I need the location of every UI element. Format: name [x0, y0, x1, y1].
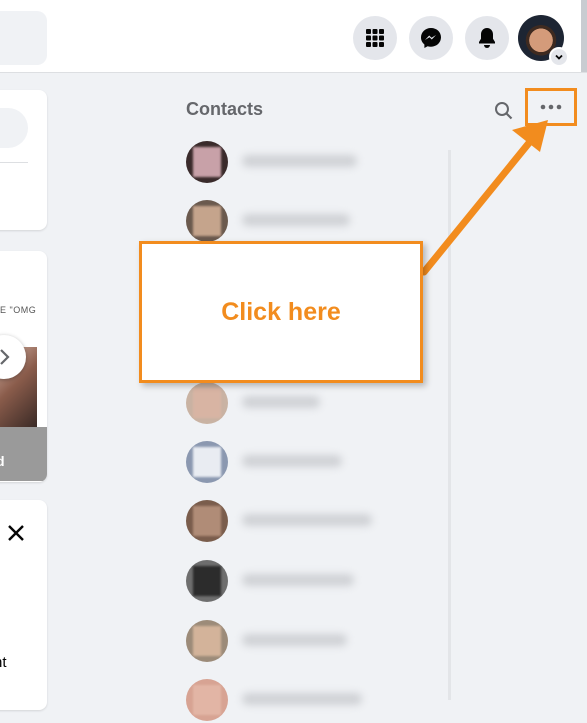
search-bar-stub[interactable] — [0, 11, 47, 65]
contact-avatar — [186, 382, 228, 424]
chevron-down-icon — [555, 54, 563, 60]
contact-name-blurred — [242, 455, 342, 467]
contact-item[interactable] — [186, 200, 446, 244]
messenger-button[interactable] — [409, 16, 453, 60]
left-card-bottom: nt — [0, 500, 47, 710]
contact-avatar — [186, 560, 228, 602]
contact-name-blurred — [242, 214, 350, 226]
contact-item[interactable] — [186, 500, 446, 544]
contact-item[interactable] — [186, 560, 446, 604]
account-menu-badge[interactable] — [549, 47, 569, 67]
story-text-fragment: E "OMG — [0, 305, 37, 315]
notifications-button[interactable] — [465, 16, 509, 60]
story-caption-text: d — [0, 453, 5, 469]
contact-name-blurred — [242, 396, 320, 408]
scrollbar[interactable] — [581, 0, 587, 72]
top-navigation-bar — [0, 0, 587, 73]
contact-item[interactable] — [186, 141, 446, 185]
contact-name-blurred — [242, 574, 354, 586]
card-text-fragment: nt — [0, 654, 7, 671]
chevron-right-icon — [0, 349, 10, 365]
left-card-top — [0, 90, 47, 230]
contact-item[interactable] — [186, 679, 446, 723]
contacts-list-edge — [448, 150, 451, 700]
notifications-bell-icon — [479, 28, 495, 48]
contact-avatar — [186, 441, 228, 483]
contact-avatar — [186, 141, 228, 183]
contact-avatar — [186, 679, 228, 721]
contact-item[interactable] — [186, 382, 446, 426]
annotation-callout: Click here — [139, 241, 423, 383]
callout-text: Click here — [221, 297, 341, 326]
more-options-icon — [540, 104, 562, 110]
story-caption-bar: d — [0, 427, 47, 481]
contact-name-blurred — [242, 514, 372, 526]
stories-card: E "OMG d — [0, 251, 47, 482]
left-card-pill[interactable] — [0, 108, 28, 148]
contact-avatar — [186, 620, 228, 662]
menu-grid-icon — [366, 29, 384, 47]
contact-item[interactable] — [186, 441, 446, 485]
contacts-heading: Contacts — [186, 99, 264, 119]
contact-avatar — [186, 500, 228, 542]
contact-avatar — [186, 200, 228, 242]
contact-name-blurred — [242, 634, 347, 646]
messenger-icon — [421, 28, 441, 48]
contact-item[interactable] — [186, 620, 446, 664]
search-icon[interactable] — [494, 101, 514, 121]
contact-name-blurred — [242, 155, 357, 167]
menu-button[interactable] — [353, 16, 397, 60]
more-options-button[interactable] — [525, 88, 577, 126]
contact-name-blurred — [242, 693, 362, 705]
close-icon[interactable] — [4, 521, 28, 545]
divider — [0, 162, 28, 163]
